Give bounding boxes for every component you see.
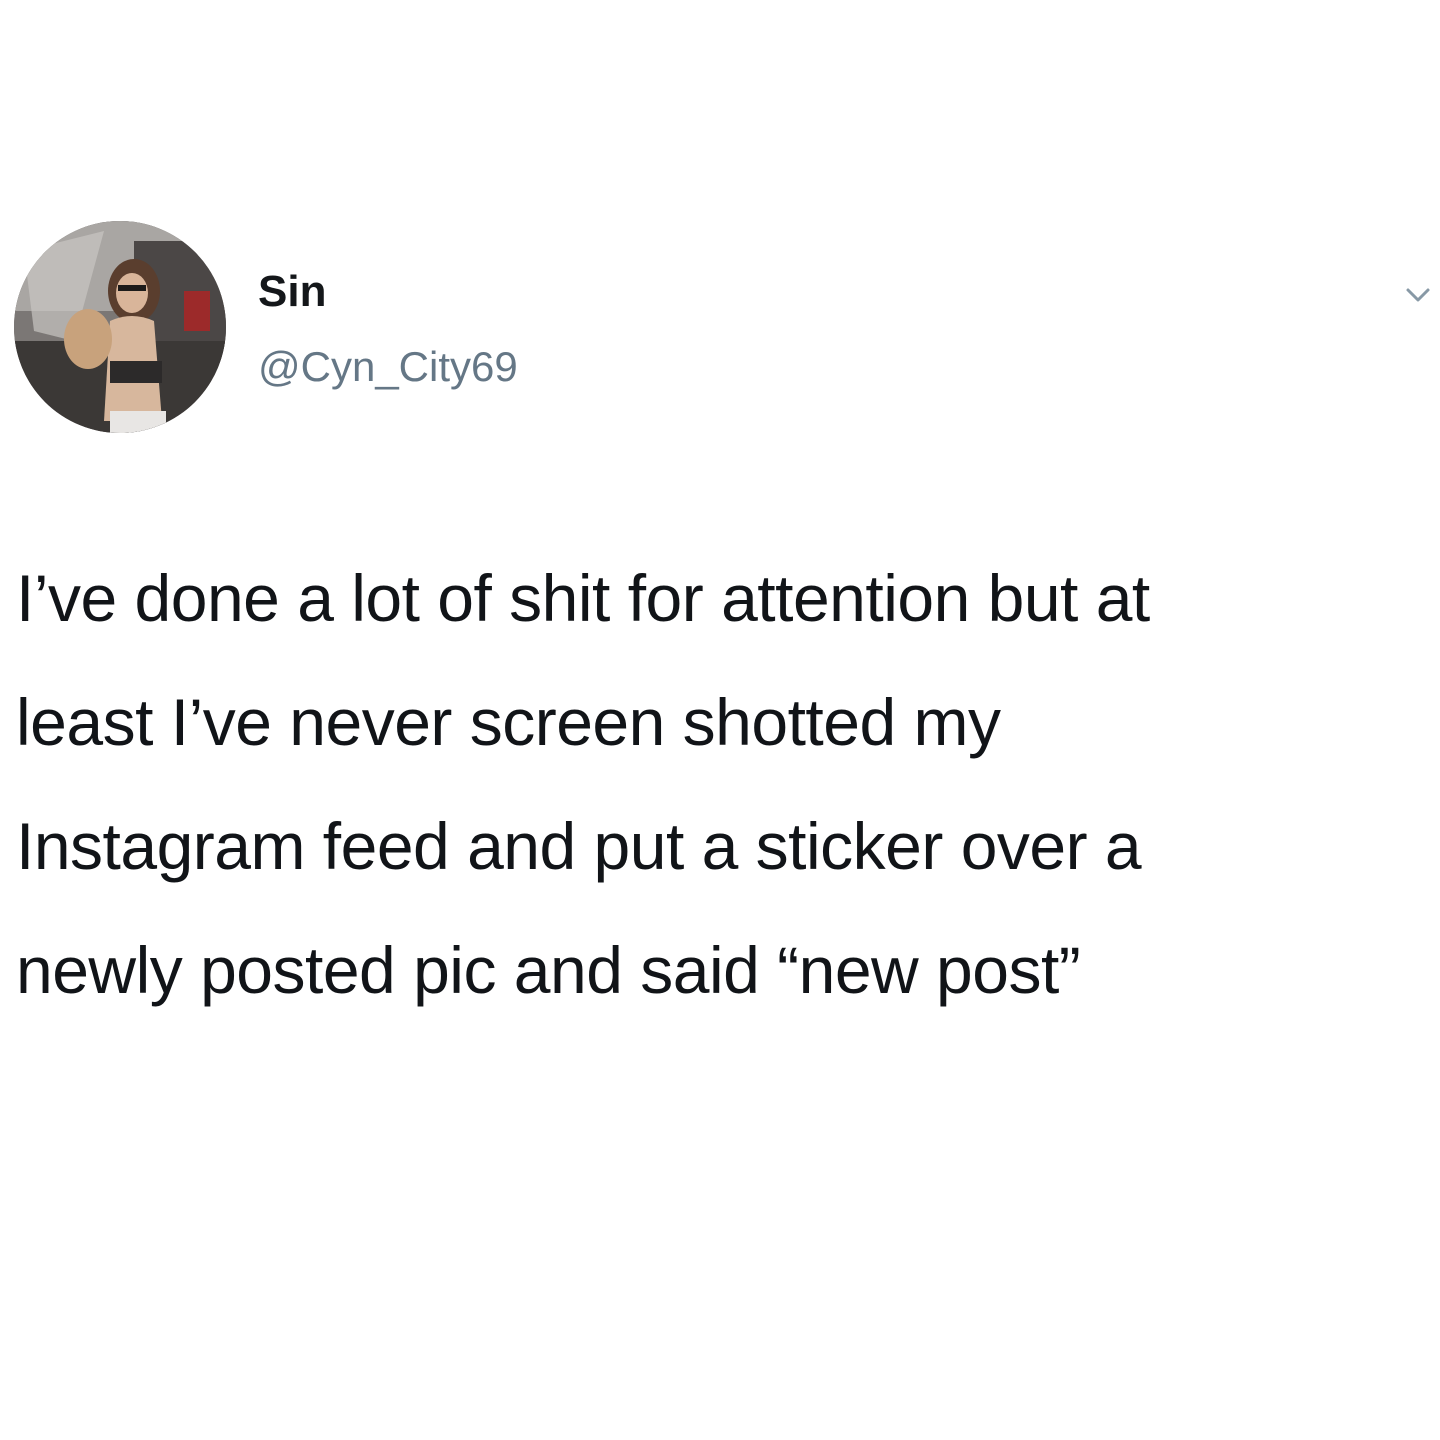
tweet-text-line: least I’ve never screen shotted my bbox=[16, 685, 1001, 759]
profile-avatar[interactable] bbox=[14, 221, 226, 433]
tweet-text-line: Instagram feed and put a sticker over a bbox=[16, 809, 1142, 883]
tweet-card: Sin @Cyn_City69 I’ve done a lot of shit … bbox=[0, 0, 1440, 1440]
avatar-image bbox=[14, 221, 226, 433]
display-name[interactable]: Sin bbox=[258, 266, 326, 318]
chevron-down-icon[interactable] bbox=[1400, 280, 1436, 310]
user-handle[interactable]: @Cyn_City69 bbox=[258, 342, 518, 392]
tweet-text-line: I’ve done a lot of shit for attention bu… bbox=[16, 561, 1150, 635]
tweet-text: I’ve done a lot of shit for attention bu… bbox=[16, 536, 1426, 1032]
tweet-text-line: newly posted pic and said “new post” bbox=[16, 933, 1081, 1007]
